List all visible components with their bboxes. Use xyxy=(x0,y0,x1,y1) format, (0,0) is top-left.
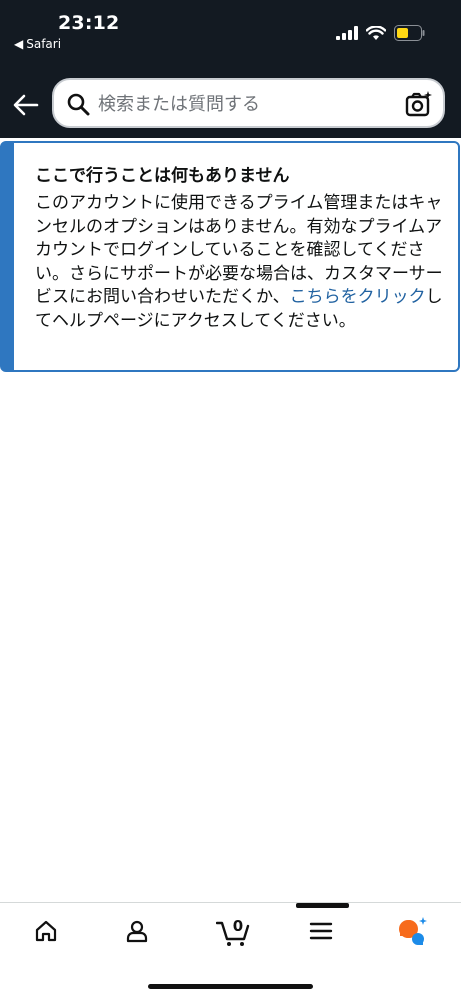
ai-assistant-icon xyxy=(399,917,427,945)
hamburger-menu-icon xyxy=(309,922,333,940)
search-icon xyxy=(67,93,90,116)
camera-search-icon[interactable] xyxy=(405,90,433,118)
nav-menu[interactable] xyxy=(301,913,341,949)
wifi-icon xyxy=(366,25,386,40)
active-tab-indicator xyxy=(296,903,349,908)
user-icon xyxy=(126,920,148,943)
nav-home[interactable] xyxy=(26,913,66,949)
search-bar[interactable] xyxy=(52,78,445,128)
help-page-link[interactable]: こちらをクリック xyxy=(290,287,426,307)
alert-title: ここで行うことは何もありません xyxy=(35,166,290,186)
nav-account[interactable] xyxy=(117,913,157,949)
search-input[interactable] xyxy=(96,88,400,120)
back-button[interactable] xyxy=(11,90,41,120)
back-triangle-icon: ◀ xyxy=(14,37,24,51)
status-back-to-app[interactable]: ◀ Safari xyxy=(14,37,61,51)
status-indicators xyxy=(336,25,425,41)
nav-cart[interactable]: 0 xyxy=(211,913,255,949)
cart-icon: 0 xyxy=(216,917,250,946)
cart-count: 0 xyxy=(233,917,243,935)
alert-body: このアカウントに使用できるプライム管理またはキャンセルのオプションはありません。… xyxy=(35,192,455,334)
signal-icon xyxy=(336,26,358,40)
top-header: 23:12 ◀ Safari xyxy=(0,0,461,138)
arrow-left-icon xyxy=(13,94,39,116)
status-time: 23:12 xyxy=(58,12,120,34)
status-back-label: Safari xyxy=(26,37,62,51)
home-icon xyxy=(35,920,57,942)
nav-ai-assistant[interactable] xyxy=(393,913,433,949)
home-indicator xyxy=(148,984,313,989)
info-alert-box: ここで行うことは何もありません このアカウントに使用できるプライム管理またはキャ… xyxy=(0,141,460,372)
battery-icon xyxy=(394,25,425,41)
